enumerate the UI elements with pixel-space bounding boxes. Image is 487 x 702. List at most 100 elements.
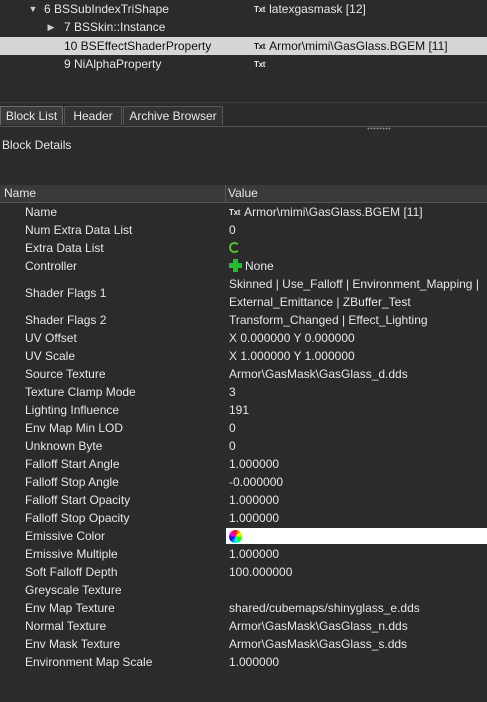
table-row[interactable]: Num Extra Data List 0 [0, 221, 487, 239]
row-value[interactable]: 1.000000 [229, 653, 279, 671]
table-row[interactable]: Controller None [0, 257, 487, 275]
row-value[interactable]: -0.000000 [229, 473, 283, 491]
table-row[interactable]: Emissive Multiple 1.000000 [0, 545, 487, 563]
row-value[interactable]: X 0.000000 Y 0.000000 [229, 329, 355, 347]
table-row[interactable]: Emissive Color [0, 527, 487, 545]
collapse-arrow-icon[interactable]: ▼ [28, 0, 38, 18]
row-value[interactable]: 0 [229, 221, 236, 239]
row-name: UV Scale [25, 349, 76, 363]
table-row[interactable]: Name Txt Armor\mimi\GasGlass.BGEM [11] [0, 203, 487, 221]
row-value[interactable]: Armor\GasMask\GasGlass_n.dds [229, 617, 408, 635]
row-name: Greyscale Texture [25, 583, 122, 597]
row-name: Soft Falloff Depth [25, 565, 118, 579]
row-value[interactable]: Armor\GasMask\GasGlass_s.dds [229, 635, 407, 653]
table-row[interactable]: Falloff Start Opacity 1.000000 [0, 491, 487, 509]
row-value[interactable]: 1.000000 [229, 491, 279, 509]
table-row[interactable]: Greyscale Texture [0, 581, 487, 599]
row-name: Shader Flags 1 [25, 286, 107, 300]
row-value[interactable]: 0 [229, 419, 236, 437]
column-header-name[interactable]: Name [4, 185, 36, 202]
tree-row-nialphaproperty[interactable]: 9 NiAlphaProperty Txt [0, 55, 487, 73]
row-name: Source Texture [25, 367, 106, 381]
row-value[interactable]: 191 [229, 401, 249, 419]
tab-archive-browser[interactable]: Archive Browser [123, 106, 223, 125]
row-value[interactable]: Txt Armor\mimi\GasGlass.BGEM [11] [229, 203, 423, 222]
column-divider[interactable] [225, 185, 226, 202]
table-row[interactable]: UV Offset X 0.000000 Y 0.000000 [0, 329, 487, 347]
row-name: Unknown Byte [25, 439, 103, 453]
tab-block-list[interactable]: Block List [0, 106, 63, 125]
row-value[interactable]: 1.000000 [229, 509, 279, 527]
row-name: Env Mask Texture [25, 637, 121, 651]
row-name: UV Offset [25, 331, 77, 345]
divider [0, 102, 487, 103]
row-name: Shader Flags 2 [25, 313, 107, 327]
table-row[interactable]: Env Map Min LOD 0 [0, 419, 487, 437]
tree-row-name: 6 BSSubIndexTriShape [44, 2, 169, 16]
row-value-text: Armor\mimi\GasGlass.BGEM [11] [244, 205, 423, 219]
row-name: Env Map Texture [25, 601, 115, 615]
splitter-grip-icon[interactable] [367, 127, 391, 130]
row-name: Extra Data List [25, 241, 104, 255]
table-row[interactable]: Shader Flags 2 Transform_Changed | Effec… [0, 311, 487, 329]
table-row[interactable]: Falloff Stop Angle -0.000000 [0, 473, 487, 491]
table-header: Name Value [0, 185, 487, 203]
tree-row-bsskin-instance[interactable]: ▶ 7 BSSkin::Instance [0, 18, 487, 36]
expand-arrow-icon[interactable]: ▶ [46, 18, 56, 36]
row-name: Name [25, 205, 58, 219]
column-header-value[interactable]: Value [228, 185, 258, 202]
row-value[interactable]: Transform_Changed | Effect_Lighting [229, 311, 428, 329]
table-row[interactable]: Unknown Byte 0 [0, 437, 487, 455]
tree-row-value-text: Armor\mimi\GasGlass.BGEM [11] [269, 39, 448, 53]
tree-row-name: 9 NiAlphaProperty [64, 57, 162, 71]
row-value[interactable]: Armor\GasMask\GasGlass_d.dds [229, 365, 408, 383]
table-row[interactable]: Source Texture Armor\GasMask\GasGlass_d.… [0, 365, 487, 383]
tab-header[interactable]: Header [64, 106, 122, 125]
tree-row-value: Txt Armor\mimi\GasGlass.BGEM [11] [254, 37, 448, 56]
refresh-icon[interactable] [229, 242, 240, 253]
block-details-title: Block Details [2, 138, 72, 152]
table-row[interactable]: Lighting Influence 191 [0, 401, 487, 419]
table-row[interactable]: Extra Data List [0, 239, 487, 257]
row-value[interactable]: shared/cubemaps/shinyglass_e.dds [229, 599, 420, 617]
row-value[interactable]: Skinned | Use_Falloff | Environment_Mapp… [229, 275, 484, 311]
emissive-color-swatch[interactable] [226, 528, 487, 544]
row-value[interactable]: X 1.000000 Y 1.000000 [229, 347, 355, 365]
table-row[interactable]: Soft Falloff Depth 100.000000 [0, 563, 487, 581]
row-name: Falloff Start Opacity [25, 493, 131, 507]
table-row[interactable]: UV Scale X 1.000000 Y 1.000000 [0, 347, 487, 365]
row-name: Texture Clamp Mode [25, 385, 136, 399]
row-value[interactable]: 1.000000 [229, 545, 279, 563]
row-name: Num Extra Data List [25, 223, 133, 237]
table-row[interactable]: Environment Map Scale 1.000000 [0, 653, 487, 671]
row-value[interactable]: 1.000000 [229, 455, 279, 473]
row-name: Env Map Min LOD [25, 421, 124, 435]
tree-row-name: 10 BSEffectShaderProperty [64, 39, 212, 53]
row-value[interactable]: None [229, 257, 274, 275]
tree-row-bssubindextrishape[interactable]: ▼ 6 BSSubIndexTriShape Txt latexgasmask [… [0, 0, 487, 18]
row-name: Falloff Stop Opacity [25, 511, 130, 525]
table-row[interactable]: Falloff Start Angle 1.000000 [0, 455, 487, 473]
table-row[interactable]: Texture Clamp Mode 3 [0, 383, 487, 401]
plus-icon[interactable] [229, 259, 242, 272]
row-name: Lighting Influence [25, 403, 120, 417]
table-row[interactable]: Env Mask Texture Armor\GasMask\GasGlass_… [0, 635, 487, 653]
table-row[interactable]: Env Map Texture shared/cubemaps/shinygla… [0, 599, 487, 617]
table-row[interactable]: Falloff Stop Opacity 1.000000 [0, 509, 487, 527]
tree-row-bseffectshaderproperty[interactable]: 10 BSEffectShaderProperty Txt Armor\mimi\… [0, 37, 487, 55]
row-name: Controller [25, 259, 78, 273]
color-wheel-icon[interactable] [229, 530, 242, 543]
row-value[interactable] [229, 239, 240, 257]
row-value[interactable]: 3 [229, 383, 236, 401]
txt-icon: Txt [254, 5, 266, 14]
row-name: Emissive Color [25, 529, 106, 543]
table-row[interactable]: Shader Flags 1 Skinned | Use_Falloff | E… [0, 275, 487, 311]
table-row[interactable]: Normal Texture Armor\GasMask\GasGlass_n.… [0, 617, 487, 635]
row-value[interactable]: 100.000000 [229, 563, 292, 581]
txt-icon: Txt [254, 42, 266, 51]
txt-icon: Txt [254, 60, 266, 69]
tree-row-value: Txt [254, 55, 269, 74]
row-value[interactable]: 0 [229, 437, 236, 455]
block-details-table: Name Value Name Txt Armor\mimi\GasGlass.B… [0, 185, 487, 671]
tree-row-value: Txt latexgasmask [12] [254, 0, 366, 19]
